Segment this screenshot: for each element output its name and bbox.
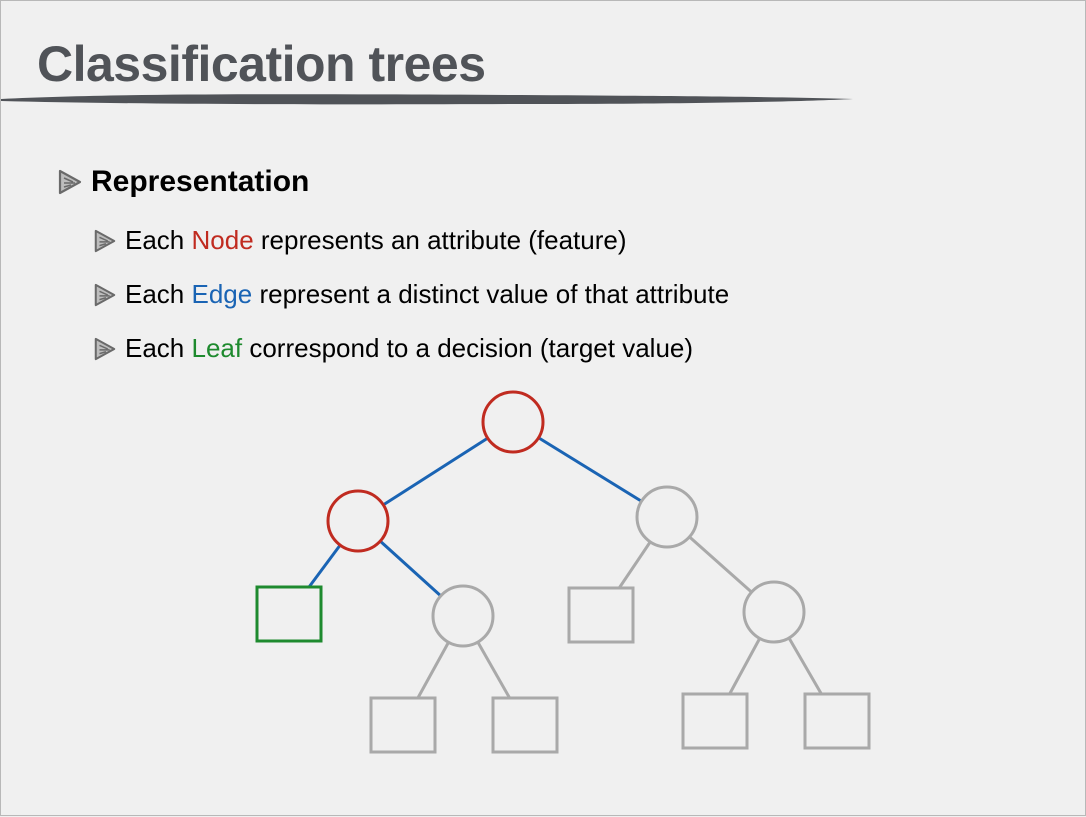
tree-node-n-right (635, 485, 699, 549)
tree-node-n-right-right (742, 580, 806, 644)
tree-edge (688, 535, 753, 594)
tree-edge (617, 541, 652, 589)
tree-leaf-leaf-left-left (255, 585, 323, 643)
tree-leaf-leaf-lr-left (369, 696, 437, 754)
tree-node-root (481, 390, 545, 454)
tree-leaf-leaf-lr-right (491, 696, 559, 754)
tree-node-n-left (326, 489, 390, 553)
tree-edge (379, 540, 442, 597)
tree-node-n-left-right (431, 584, 495, 648)
slide: Classification trees Representation Each… (0, 0, 1086, 816)
decision-tree-diagram (255, 390, 871, 754)
tree-edge (537, 436, 643, 503)
tree-edge (382, 436, 489, 507)
tree-leaf-leaf-rr-right (803, 692, 871, 750)
tree-edge (728, 637, 762, 695)
tree-leaf-leaf-right-left (567, 586, 635, 644)
tree-edge (416, 641, 450, 699)
tree-edge (307, 544, 342, 588)
tree-leaf-leaf-rr-left (681, 692, 749, 750)
tree-edge (476, 641, 511, 699)
tree-edge (787, 637, 823, 695)
